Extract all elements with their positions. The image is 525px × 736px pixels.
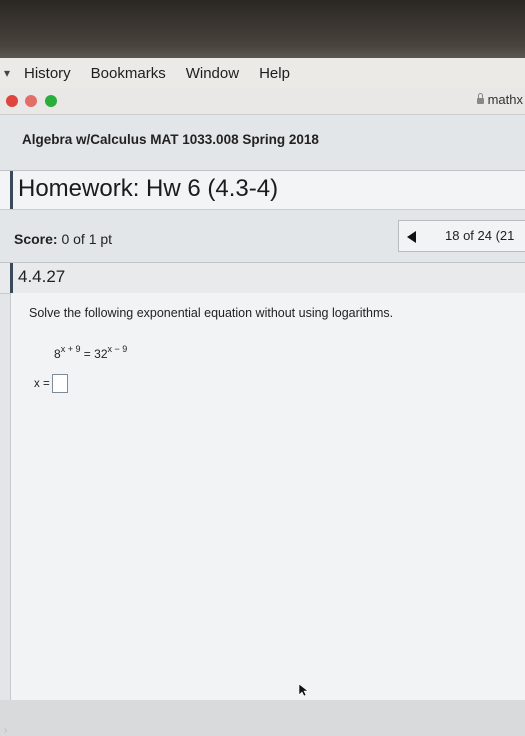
maximize-window-button[interactable]: [45, 95, 57, 107]
menu-bookmarks[interactable]: Bookmarks: [91, 65, 166, 82]
equation-left-exponent: x + 9: [60, 344, 81, 354]
menu-help[interactable]: Help: [259, 65, 290, 82]
question-header: 4.4.27: [0, 262, 525, 294]
question-body: Solve the following exponential equation…: [10, 293, 525, 700]
previous-arrow-icon[interactable]: [407, 231, 416, 243]
question-stripe: [10, 263, 13, 293]
score: Score: 0 of 1 pt: [14, 231, 112, 247]
menu-history[interactable]: History: [24, 65, 71, 82]
page-content: Algebra w/Calculus MAT 1033.008 Spring 2…: [0, 115, 525, 736]
header-stripe: [10, 171, 13, 209]
score-label: Score:: [14, 231, 58, 247]
answer-row: x =: [34, 374, 68, 393]
url-text: mathx: [487, 92, 523, 107]
apple-icon[interactable]: ▾: [4, 67, 12, 79]
menu-window[interactable]: Window: [186, 65, 239, 82]
screen-bezel: [0, 0, 525, 58]
equation-right-base: 32: [94, 347, 108, 361]
close-window-button[interactable]: [6, 95, 18, 107]
browser-toolbar: mathx: [0, 88, 525, 115]
question-navigator: 18 of 24 (21: [398, 220, 525, 252]
equation-equals: =: [80, 347, 95, 361]
address-bar[interactable]: mathx: [476, 92, 523, 107]
score-value: 0 of 1 pt: [61, 231, 113, 247]
question-instruction: Solve the following exponential equation…: [29, 306, 394, 320]
course-title: Algebra w/Calculus MAT 1033.008 Spring 2…: [22, 132, 319, 147]
mouse-pointer-icon: [298, 683, 308, 697]
question-number: 4.4.27: [18, 267, 66, 286]
side-chevron-icon: ›: [4, 725, 8, 736]
homework-title: Homework: Hw 6 (4.3-4): [18, 175, 279, 202]
equation-left-base: 8: [54, 347, 61, 361]
menu-bar: ▾ History Bookmarks Window Help: [0, 58, 525, 89]
equation-right-exponent: x − 9: [107, 344, 128, 354]
score-bar: Score: 0 of 1 pt 18 of 24 (21: [0, 219, 525, 255]
answer-label: x =: [34, 377, 50, 390]
answer-input[interactable]: [51, 374, 68, 393]
homework-header: Homework: Hw 6 (4.3-4): [0, 170, 525, 210]
question-count[interactable]: 18 of 24 (21: [445, 228, 514, 243]
lock-icon: [476, 93, 484, 104]
minimize-window-button[interactable]: [25, 95, 37, 107]
equation: 8x + 9 = 32x − 9: [54, 344, 127, 361]
